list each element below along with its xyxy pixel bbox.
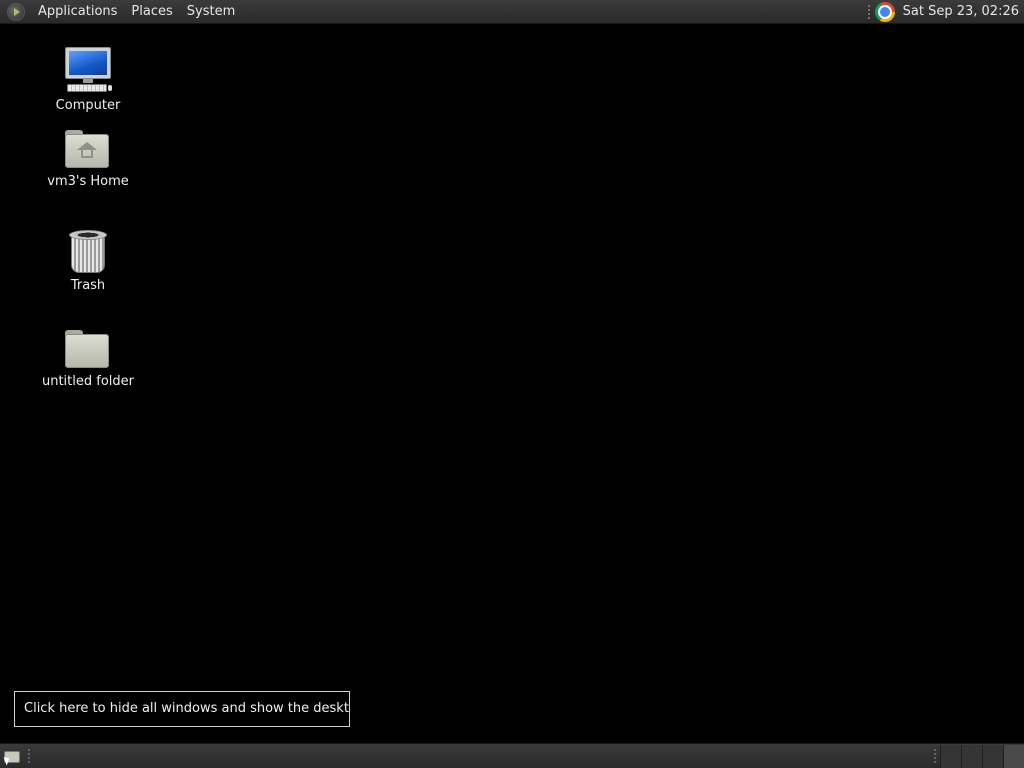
- bottom-panel: [0, 743, 1024, 768]
- desktop-icon-computer[interactable]: Computer: [38, 46, 138, 113]
- trash-icon: [68, 230, 108, 274]
- workspace-4[interactable]: [1003, 745, 1024, 768]
- menu-applications[interactable]: Applications: [31, 0, 124, 24]
- workspace-2[interactable]: [961, 745, 982, 768]
- folder-icon: [65, 330, 111, 370]
- menu-system[interactable]: System: [180, 0, 242, 24]
- top-panel: Applications Places System Sat Sep 23, 0…: [0, 0, 1024, 24]
- desktop-icon-untitled-folder[interactable]: untitled folder: [38, 326, 138, 389]
- clock[interactable]: Sat Sep 23, 02:26: [903, 4, 1019, 19]
- desktop-icon-trash[interactable]: Trash: [38, 228, 138, 293]
- desktop: Applications Places System Sat Sep 23, 0…: [0, 0, 1024, 768]
- home-folder-icon: [65, 130, 111, 170]
- panel-handle[interactable]: [866, 3, 871, 20]
- workspace-1[interactable]: [940, 745, 961, 768]
- show-desktop-button[interactable]: [2, 747, 24, 766]
- panel-handle[interactable]: [933, 748, 937, 764]
- desktop-icon-label: untitled folder: [41, 374, 134, 389]
- desktop-icon-home[interactable]: vm3's Home: [38, 126, 138, 189]
- workspace-3[interactable]: [982, 745, 1003, 768]
- menu-places[interactable]: Places: [124, 0, 179, 24]
- computer-icon: [64, 46, 112, 94]
- panel-handle[interactable]: [27, 748, 31, 764]
- chrome-icon[interactable]: [874, 1, 895, 22]
- main-menu-icon[interactable]: [7, 2, 25, 21]
- tooltip: Click here to hide all windows and show …: [14, 691, 350, 727]
- workspace-switcher: [933, 744, 1024, 768]
- desktop-icon-label: vm3's Home: [47, 174, 129, 189]
- desktop-icon-label: Computer: [55, 98, 121, 113]
- desktop-icon-label: Trash: [70, 278, 106, 293]
